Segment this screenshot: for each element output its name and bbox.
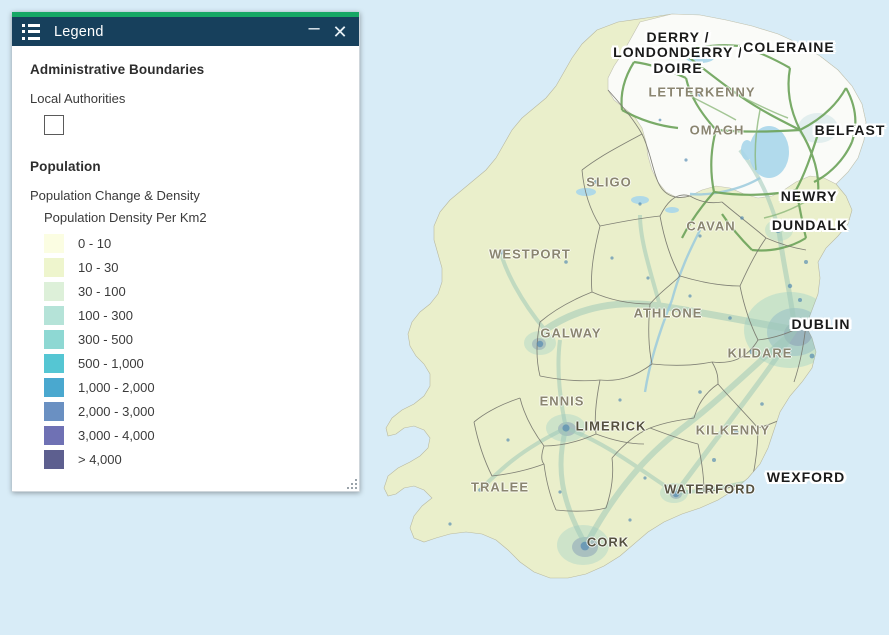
density-class-row: 500 - 1,000 [44, 352, 343, 375]
legend-panel[interactable]: Legend – ✕ Administrative Boundaries Loc… [12, 12, 360, 492]
density-class-label: 0 - 10 [78, 236, 112, 251]
density-class-label: 2,000 - 3,000 [78, 404, 155, 419]
density-class-row: 300 - 500 [44, 328, 343, 351]
density-class-row: 10 - 30 [44, 256, 343, 279]
legend-section-administrative-boundaries: Administrative Boundaries Local Authorit… [30, 62, 343, 136]
symbol-row-local-authorities [44, 113, 343, 136]
sublayer-name-population-density: Population Density Per Km2 [44, 210, 207, 225]
density-class-label: 300 - 500 [78, 332, 133, 347]
resize-grip[interactable] [345, 477, 357, 489]
density-color-swatch [44, 450, 64, 469]
density-color-swatch [44, 426, 64, 445]
minimize-button[interactable]: – [301, 18, 327, 45]
density-class-row: 3,000 - 4,000 [44, 424, 343, 447]
density-color-swatch [44, 306, 64, 325]
layer-name-population-change-density: Population Change & Density [30, 188, 200, 203]
density-class-list: 0 - 10 10 - 30 30 - 100 100 - 300 300 - 500 5… [30, 232, 343, 471]
density-class-label: > 4,000 [78, 452, 122, 467]
density-color-swatch [44, 258, 64, 277]
density-class-row: > 4,000 [44, 448, 343, 471]
density-color-swatch [44, 234, 64, 253]
density-class-row: 1,000 - 2,000 [44, 376, 343, 399]
legend-content[interactable]: Administrative Boundaries Local Authorit… [12, 46, 359, 491]
close-button[interactable]: ✕ [327, 19, 353, 45]
density-class-label: 10 - 30 [78, 260, 119, 275]
panel-title: Legend [54, 23, 104, 40]
map-application: DERRY / LONDONDERRY / DOIRE COLERAINE LETTER… [0, 0, 889, 635]
hollow-square-symbol [44, 114, 64, 135]
section-heading-administrative-boundaries: Administrative Boundaries [30, 62, 205, 77]
density-class-label: 500 - 1,000 [78, 356, 144, 371]
density-color-swatch [44, 354, 64, 373]
layer-name-local-authorities: Local Authorities [30, 91, 126, 106]
density-class-label: 3,000 - 4,000 [78, 428, 155, 443]
density-class-label: 30 - 100 [78, 284, 126, 299]
density-class-label: 1,000 - 2,000 [78, 380, 155, 395]
density-class-row: 0 - 10 [44, 232, 343, 255]
density-color-swatch [44, 402, 64, 421]
legend-list-icon [22, 23, 41, 40]
density-color-swatch [44, 282, 64, 301]
legend-section-population: Population Population Change & Density P… [30, 159, 343, 471]
density-class-row: 100 - 300 [44, 304, 343, 327]
density-class-label: 100 - 300 [78, 308, 133, 323]
panel-titlebar[interactable]: Legend – ✕ [12, 17, 359, 46]
section-heading-population: Population [30, 159, 101, 174]
density-color-swatch [44, 378, 64, 397]
density-class-row: 2,000 - 3,000 [44, 400, 343, 423]
density-class-row: 30 - 100 [44, 280, 343, 303]
density-color-swatch [44, 330, 64, 349]
